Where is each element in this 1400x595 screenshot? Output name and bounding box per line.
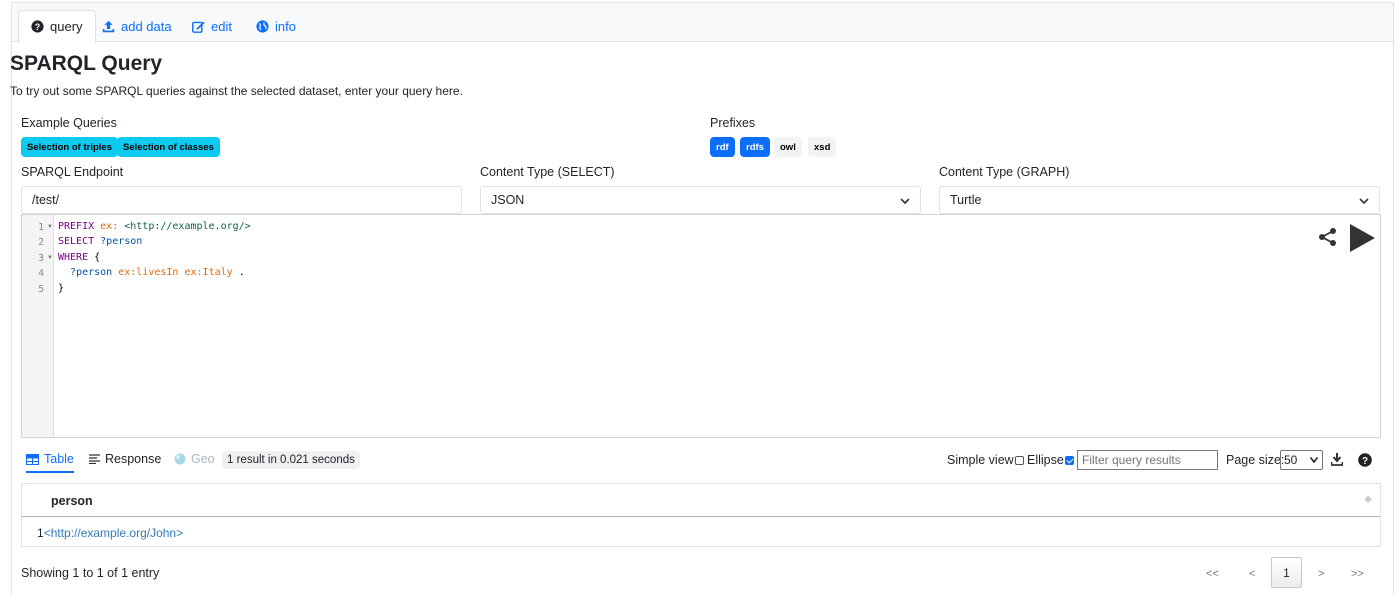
tab-edit-label: edit — [211, 18, 232, 34]
simple-view-toggle[interactable]: Simple view — [947, 453, 1024, 467]
tab-info-label: info — [275, 18, 296, 34]
upload-icon — [102, 20, 115, 32]
code-line: ?person ex:livesIn ex:Italy . — [70, 267, 245, 278]
results-tab-geo-label: Geo — [191, 452, 215, 466]
line-number: 1 — [38, 222, 44, 233]
svg-text:?: ? — [35, 22, 40, 32]
line-number: 5 — [38, 284, 44, 295]
row-index: 1 — [37, 526, 44, 540]
page-size-label: Page size: — [1226, 453, 1285, 467]
ellipse-toggle[interactable]: Ellipse — [1027, 453, 1074, 467]
content-type-graph-value: Turtle — [950, 193, 982, 207]
tab-query[interactable]: ? query — [18, 10, 96, 43]
code-line: } — [58, 283, 65, 294]
tab-query-label: query — [50, 19, 83, 34]
pager-prev-button[interactable]: < — [1249, 568, 1255, 580]
page-title: SPARQL Query — [10, 52, 163, 75]
page-size-value: 50 — [1284, 453, 1298, 467]
example-selection-of-triples-button[interactable]: Selection of triples — [21, 137, 118, 157]
globe-icon — [256, 19, 269, 33]
column-header-person[interactable]: person — [51, 494, 93, 508]
sort-icon[interactable]: ◆ — [1364, 494, 1372, 505]
code-line: WHERE { — [58, 252, 101, 263]
content-type-select-value: JSON — [491, 193, 525, 207]
results-tab-table[interactable]: Table — [26, 452, 74, 473]
filter-results-input[interactable]: Filter query results — [1077, 450, 1218, 470]
line-number: 3 — [38, 253, 44, 264]
chevron-down-icon — [900, 198, 910, 205]
filter-results-placeholder: Filter query results — [1082, 453, 1181, 467]
chevron-down-icon — [1310, 457, 1318, 463]
question-circle-icon: ? — [31, 20, 44, 33]
pager-next-button[interactable]: > — [1318, 568, 1324, 580]
tab-bar: ? query add data edit info — [12, 3, 1393, 43]
fold-icon[interactable]: ▼ — [47, 255, 53, 261]
results-table: person ◆ 1 <http://example.org/John> — [21, 483, 1381, 547]
code-line: PREFIX ex: <http://example.org/> — [58, 221, 251, 232]
query-editor[interactable]: 1 ▼ 2 3 ▼ 4 5 PREFIX ex: <http://example… — [21, 214, 1381, 438]
pager-first-button[interactable]: << — [1206, 568, 1219, 580]
prefix-owl-button[interactable]: owl — [774, 137, 802, 157]
text-lines-icon — [89, 454, 100, 464]
tab-edit[interactable]: edit — [180, 10, 244, 42]
content-type-graph-dropdown[interactable]: Turtle — [939, 186, 1380, 214]
tab-info[interactable]: info — [244, 10, 308, 42]
results-tab-response[interactable]: Response — [89, 452, 161, 466]
ellipse-label: Ellipse — [1027, 453, 1064, 467]
line-number: 4 — [38, 268, 44, 279]
example-queries-label: Example Queries — [21, 116, 117, 130]
line-number: 2 — [38, 237, 44, 248]
fold-icon[interactable]: ▼ — [47, 224, 53, 230]
globe-icon — [174, 453, 186, 465]
table-icon — [26, 453, 39, 465]
editor-gutter: 1 ▼ 2 3 ▼ 4 5 — [22, 215, 54, 437]
sparql-endpoint-label: SPARQL Endpoint — [21, 165, 124, 179]
run-query-icon[interactable] — [1348, 223, 1376, 253]
content-type-graph-label: Content Type (GRAPH) — [939, 165, 1070, 179]
share-icon[interactable] — [1318, 227, 1338, 247]
results-tab-response-label: Response — [105, 452, 162, 466]
simple-view-checkbox[interactable] — [1014, 455, 1024, 465]
prefix-rdfs-button[interactable]: rdfs — [740, 137, 770, 157]
page-description: To try out some SPARQL queries against t… — [10, 84, 463, 98]
table-header: person ◆ — [22, 484, 1380, 517]
sparql-endpoint-value: /test/ — [32, 193, 60, 207]
content-type-select-dropdown[interactable]: JSON — [480, 186, 921, 214]
simple-view-label: Simple view — [947, 453, 1014, 467]
edit-icon — [192, 21, 205, 33]
example-selection-of-classes-button[interactable]: Selection of classes — [117, 137, 220, 157]
svg-text:?: ? — [1362, 456, 1368, 467]
results-tab-geo[interactable]: Geo — [174, 452, 215, 466]
pager-last-button[interactable]: >> — [1351, 568, 1364, 580]
result-summary-badge: 1 result in 0.021 seconds — [222, 451, 360, 469]
table-info: Showing 1 to 1 of 1 entry — [21, 566, 160, 580]
help-icon[interactable]: ? — [1358, 453, 1372, 467]
results-tab-table-label: Table — [44, 452, 74, 466]
pager-current-page[interactable]: 1 — [1271, 557, 1302, 588]
download-icon[interactable] — [1331, 453, 1343, 466]
code-line: SELECT ?person — [58, 236, 143, 247]
chevron-down-icon — [1359, 198, 1369, 205]
tab-add-data[interactable]: add data — [90, 10, 184, 42]
content-type-select-label: Content Type (SELECT) — [480, 165, 615, 179]
prefix-rdf-button[interactable]: rdf — [710, 137, 735, 157]
sparql-endpoint-input[interactable]: /test/ — [21, 186, 462, 214]
page-size-select[interactable]: 50 — [1280, 450, 1323, 470]
table-row: 1 <http://example.org/John> — [22, 518, 1380, 548]
ellipse-checkbox[interactable] — [1064, 455, 1074, 465]
prefixes-label: Prefixes — [710, 116, 756, 130]
tab-add-data-label: add data — [121, 18, 172, 34]
prefix-xsd-button[interactable]: xsd — [808, 137, 837, 157]
result-link[interactable]: <http://example.org/John> — [44, 526, 183, 540]
